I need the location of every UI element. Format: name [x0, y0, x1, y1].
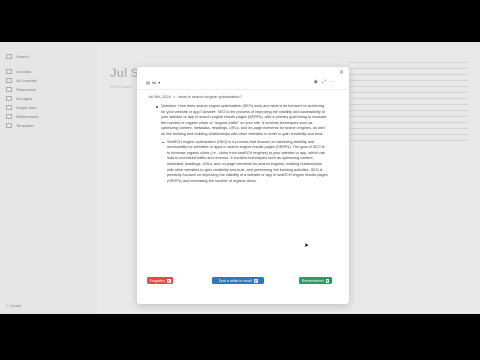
breadcrumb-separator: •: [173, 94, 176, 99]
app-window: Search Journals All Journals Flashcards …: [0, 42, 480, 314]
modal-toolbar: ▤ All ▾ ◉ ⤢ ⋯: [137, 77, 349, 90]
expand-icon[interactable]: ⤢: [322, 79, 326, 85]
card-title: what is search engine optimisation?: [178, 94, 242, 99]
card-content: Question: How does search engine optimiz…: [156, 104, 328, 186]
more-icon[interactable]: ⋯: [330, 79, 335, 85]
flashcard-review-modal: ✕ ▤ All ▾ ◉ ⤢ ⋯ Jul 5th, 2024 • what is …: [137, 67, 349, 304]
shortcut-key: 2: [253, 278, 258, 283]
answer-block[interactable]: SeaRCH engine optimization (SEO) is a pr…: [162, 140, 328, 185]
toolbar-icons: ◉ ⤢ ⋯: [314, 79, 335, 85]
forgotten-button[interactable]: Forgotten 1: [147, 277, 173, 284]
deck-select[interactable]: ▤ All ▾: [146, 80, 160, 85]
deck-icon: ▤: [146, 80, 150, 85]
chevron-down-icon: ▾: [158, 80, 161, 85]
mouse-cursor-icon: ➤: [304, 243, 310, 249]
shortcut-key: 3: [325, 278, 330, 283]
card-date[interactable]: Jul 5th, 2024: [148, 94, 171, 99]
question-block[interactable]: Question: How does search engine optimiz…: [156, 104, 328, 138]
eye-icon[interactable]: ◉: [314, 79, 318, 85]
shortcut-key: 1: [166, 278, 171, 283]
close-icon[interactable]: ✕: [339, 69, 344, 76]
took-a-while-button[interactable]: Took a while to recall 2: [212, 277, 264, 284]
remembered-button[interactable]: Remembered 3: [299, 277, 332, 284]
card-breadcrumb: Jul 5th, 2024 • what is search engine op…: [148, 94, 242, 99]
